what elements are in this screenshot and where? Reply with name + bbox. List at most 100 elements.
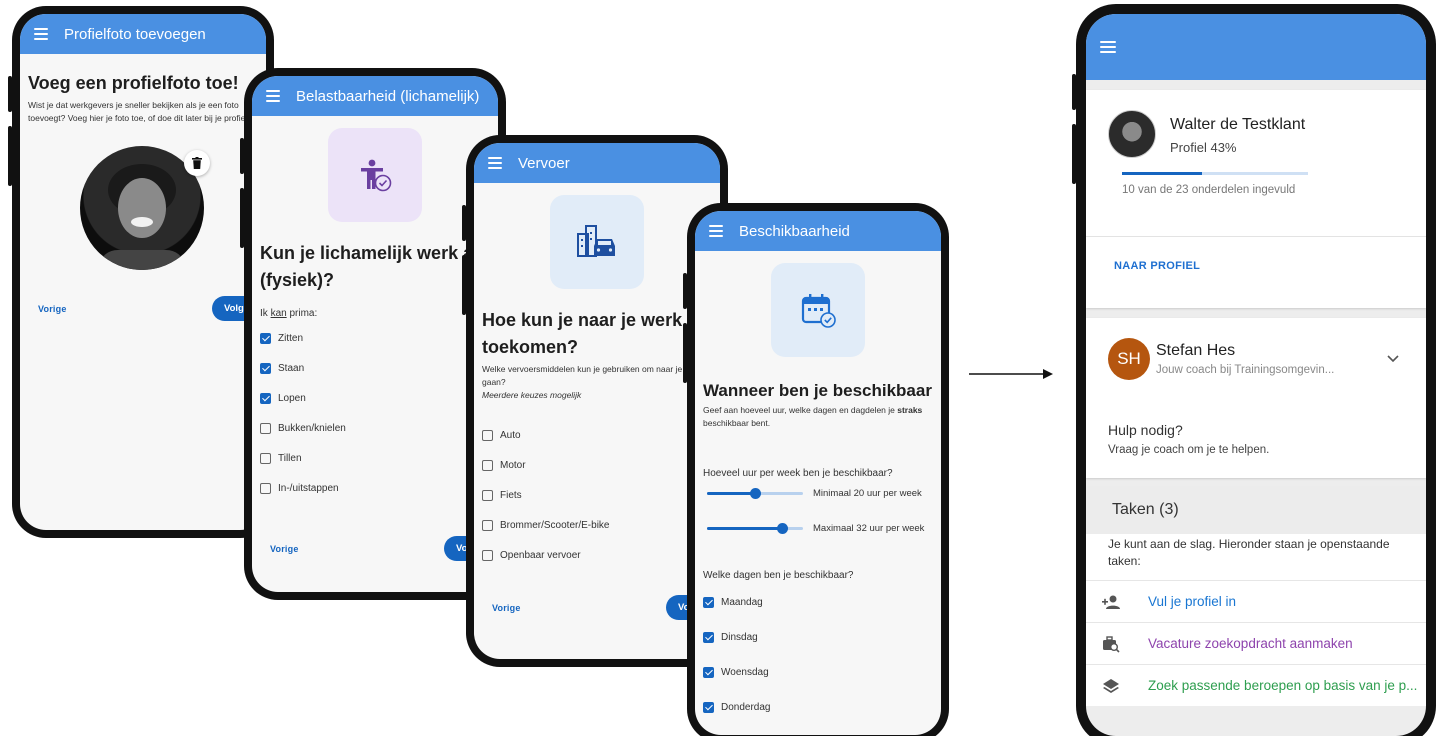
screen-profielfoto: Profielfoto toevoegen Voeg een profielfo… <box>20 14 266 530</box>
task-item[interactable]: Vul je profiel in <box>1086 580 1426 622</box>
transport-option[interactable]: Openbaar vervoer <box>482 540 712 570</box>
checkbox[interactable] <box>703 632 714 643</box>
app-bar-title: Belastbaarheid (lichamelijk) <box>296 87 480 105</box>
transport-option[interactable]: Auto <box>482 420 712 450</box>
help-text: Vraag je coach om je te helpen. <box>1108 444 1270 456</box>
option-label: Bukken/knielen <box>278 422 346 434</box>
coach-avatar: SH <box>1108 338 1150 380</box>
hours-question: Hoeveel uur per week ben je beschikbaar? <box>703 468 893 479</box>
menu-icon[interactable] <box>488 157 502 169</box>
intro-underlined: kan <box>270 308 287 319</box>
option-list: Zitten Staan Lopen Bukken/knielen Tillen In-/… <box>260 323 490 503</box>
physical-option[interactable]: In-/uitstappen <box>260 473 490 503</box>
checkbox[interactable] <box>260 332 271 344</box>
option-label: In-/uitstappen <box>278 482 339 494</box>
transport-option[interactable]: Fiets <box>482 480 712 510</box>
tasks-header: Taken (3) <box>1086 486 1426 534</box>
menu-icon[interactable] <box>709 225 723 237</box>
physical-option[interactable]: Zitten <box>260 323 490 353</box>
task-label: Vul je profiel in <box>1148 594 1237 609</box>
illustration-tile <box>328 128 422 222</box>
max-hours-knob[interactable] <box>776 523 788 534</box>
phone-dashboard: Walter de Testklant Profiel 43% 10 van d… <box>1072 4 1436 736</box>
previous-button[interactable]: Vorige <box>492 603 521 613</box>
checkbox[interactable] <box>260 362 271 374</box>
app-bar <box>1086 14 1426 80</box>
navigation-row: Vorige Volgende <box>252 536 498 561</box>
checkbox[interactable] <box>482 549 493 561</box>
checkbox[interactable] <box>260 392 271 404</box>
day-option[interactable]: Dinsdag <box>703 620 933 655</box>
coach-name: Stefan Hes <box>1156 342 1236 359</box>
task-item[interactable]: Zoek passende beroepen op basis van je p… <box>1086 664 1426 706</box>
chevron-down-icon[interactable] <box>1386 354 1400 364</box>
physical-option[interactable]: Staan <box>260 353 490 383</box>
max-hours-row: Maximaal 32 uur per week <box>703 523 933 534</box>
max-hours-slider[interactable] <box>707 523 803 534</box>
page-heading: Wanneer ben je beschikbaar <box>703 381 932 400</box>
option-label: Woensdag <box>721 667 769 678</box>
screen-belastbaarheid: Belastbaarheid (lichamelijk) Kun je lich… <box>252 76 498 592</box>
checkbox[interactable] <box>482 519 493 531</box>
multiple-choice-note: Meerdere keuzes mogelijk <box>482 390 582 400</box>
tasks-title: Taken (3) <box>1112 501 1179 518</box>
intro-post: prima: <box>286 308 318 319</box>
heading-line-2: (fysiek)? <box>260 270 335 290</box>
task-label: Zoek passende beroepen op basis van je p… <box>1148 678 1418 693</box>
task-item[interactable]: Vacature zoekopdracht aanmaken <box>1086 622 1426 664</box>
previous-button[interactable]: Vorige <box>270 544 299 554</box>
day-option[interactable]: Woensdag <box>703 655 933 690</box>
profile-link[interactable]: NAAR PROFIEL <box>1114 260 1200 272</box>
physical-option[interactable]: Lopen <box>260 383 490 413</box>
option-label: Openbaar vervoer <box>500 549 581 561</box>
page-heading: Voeg een profielfoto toe! <box>28 73 239 93</box>
phone-beschikbaarheid: Beschikbaarheid Wanneer ben je beschikba… <box>683 203 949 736</box>
min-hours-slider[interactable] <box>707 488 803 499</box>
day-option[interactable]: Maandag <box>703 585 933 620</box>
transport-option[interactable]: Brommer/Scooter/E-bike <box>482 510 712 540</box>
checkbox[interactable] <box>703 597 714 608</box>
screen-dashboard: Walter de Testklant Profiel 43% 10 van d… <box>1086 14 1426 736</box>
checkbox[interactable] <box>703 702 714 713</box>
day-option[interactable]: Donderdag <box>703 690 933 725</box>
screen-beschikbaarheid: Beschikbaarheid Wanneer ben je beschikba… <box>695 211 941 735</box>
option-label: Brommer/Scooter/E-bike <box>500 519 610 531</box>
person-add-icon <box>1100 594 1122 610</box>
menu-icon[interactable] <box>1100 41 1116 53</box>
phone-profielfoto: Profielfoto toevoegen Voeg een profielfo… <box>8 6 274 538</box>
coach-card: SH Stefan Hes Jouw coach bij Trainingsom… <box>1086 318 1426 478</box>
app-bar-title: Vervoer <box>518 154 570 172</box>
task-list: Vul je profiel in Vacature zoekopdracht a… <box>1086 580 1426 706</box>
min-hours-knob[interactable] <box>750 488 761 499</box>
min-hours-fill <box>707 492 755 495</box>
min-hours-row: Minimaal 20 uur per week <box>703 488 933 499</box>
checkbox[interactable] <box>482 429 493 441</box>
profile-progress-fill <box>1122 172 1202 175</box>
option-label: Tillen <box>278 452 302 464</box>
physical-option[interactable]: Bukken/knielen <box>260 413 490 443</box>
physical-option[interactable]: Tillen <box>260 443 490 473</box>
checkbox[interactable] <box>260 482 271 494</box>
delete-photo-button[interactable] <box>184 150 210 176</box>
app-bar-title: Profielfoto toevoegen <box>64 25 206 43</box>
option-list: Auto Motor Fiets Brommer/Scooter/E-bike Open… <box>482 420 712 570</box>
checkbox[interactable] <box>482 459 493 471</box>
navigation-row: Vorige Volgende <box>474 595 720 620</box>
task-label: Vacature zoekopdracht aanmaken <box>1148 636 1353 651</box>
progress-text: 10 van de 23 onderdelen ingevuld <box>1122 184 1296 196</box>
menu-icon[interactable] <box>266 90 280 102</box>
checkbox[interactable] <box>482 489 493 501</box>
checkbox[interactable] <box>260 422 271 434</box>
checkbox[interactable] <box>703 667 714 678</box>
option-label: Donderdag <box>721 702 771 713</box>
option-label: Maandag <box>721 597 763 608</box>
transport-option[interactable]: Motor <box>482 450 712 480</box>
checkbox[interactable] <box>260 452 271 464</box>
description-post: beschikbaar bent. <box>703 418 771 428</box>
previous-button[interactable]: Vorige <box>38 304 67 314</box>
menu-icon[interactable] <box>34 28 48 40</box>
avatar[interactable] <box>1108 110 1156 158</box>
city-transport-icon <box>577 225 615 257</box>
stage: Profielfoto toevoegen Voeg een profielfo… <box>0 0 1439 736</box>
illustration-tile <box>550 195 644 289</box>
